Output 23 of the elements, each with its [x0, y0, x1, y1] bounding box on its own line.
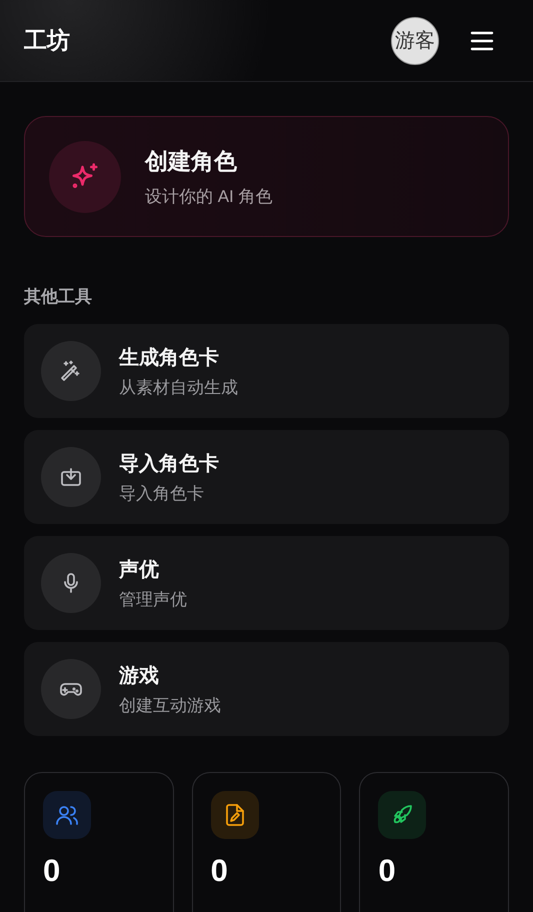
tool-item[interactable]: 声优 管理声优 — [24, 536, 509, 630]
feature-subtitle: 设计你的 AI 角色 — [145, 186, 273, 208]
user-avatar[interactable]: 游客 — [391, 16, 439, 64]
stat-value: 0 — [43, 853, 62, 889]
section-title: 其他工具 — [24, 287, 92, 306]
tool-title: 导入角色卡 — [119, 452, 219, 476]
tool-subtitle: 导入角色卡 — [119, 482, 205, 504]
import-tray-icon — [59, 465, 83, 489]
create-character-card[interactable]: 创建角色 设计你的 AI 角色 — [24, 116, 509, 237]
app-title: 工坊 — [24, 26, 71, 55]
tool-item[interactable]: 导入角色卡 导入角色卡 — [24, 430, 509, 524]
users-icon — [55, 803, 79, 827]
tool-item[interactable]: 游戏 创建互动游戏 — [24, 642, 509, 736]
tool-title: 游戏 — [119, 664, 160, 688]
tool-subtitle: 管理声优 — [119, 588, 187, 610]
feature-title: 创建角色 — [145, 146, 238, 176]
tool-title: 声优 — [119, 558, 160, 582]
tool-title: 生成角色卡 — [119, 346, 220, 370]
tool-subtitle: 创建互动游戏 — [119, 694, 221, 716]
stat-value: 0 — [210, 853, 229, 889]
tool-item[interactable]: 生成角色卡 从素材自动生成 — [24, 324, 509, 418]
tool-subtitle: 从素材自动生成 — [119, 376, 238, 398]
stat-value: 0 — [378, 853, 397, 889]
